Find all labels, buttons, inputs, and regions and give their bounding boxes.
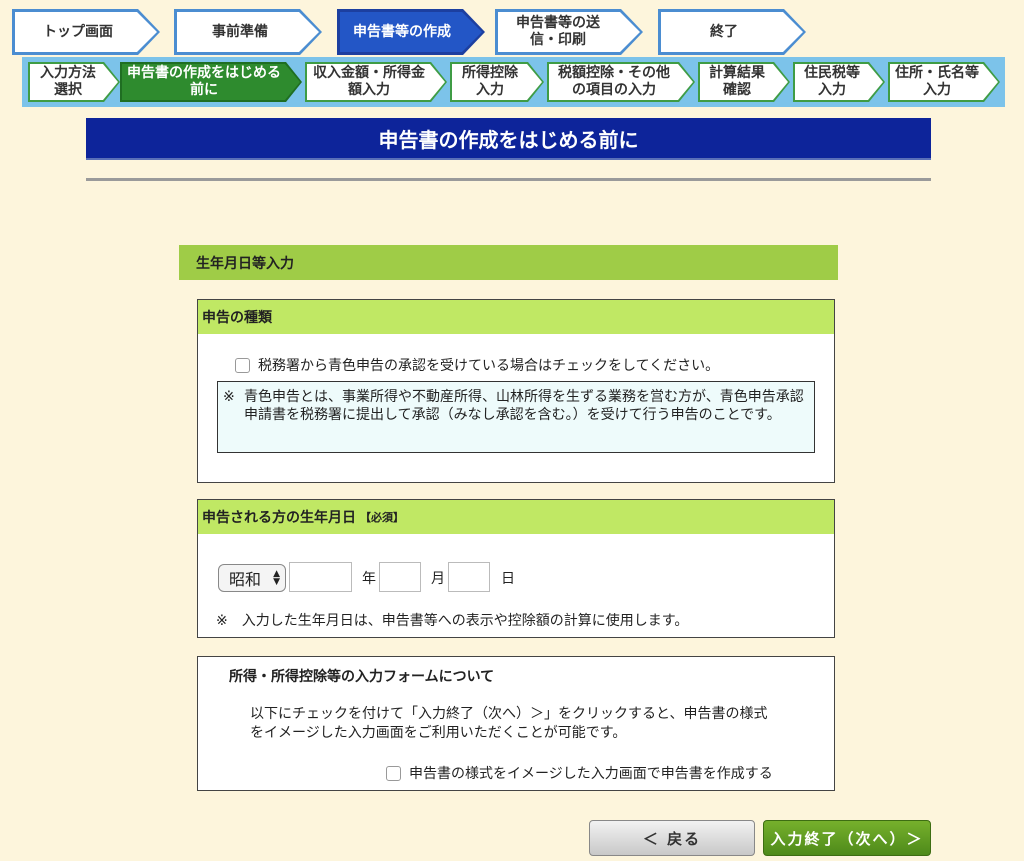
select-arrows-icon: ▲ ▼ xyxy=(273,569,280,587)
sub-step-label: 入力方法選択 xyxy=(30,64,118,100)
input-form-text: 以下にチェックを付けて「入力終了（次へ）＞」をクリックすると、申告書の様式をイメ… xyxy=(250,706,768,741)
form-image-checkbox-label: 申告書の様式をイメージした入力画面で申告書を作成する xyxy=(409,766,773,782)
next-button[interactable]: 入力終了（次へ）＞ xyxy=(763,820,931,856)
era-select-value: 昭和 xyxy=(229,570,262,589)
page-title: 申告書の作成をはじめる前に xyxy=(86,118,931,160)
birthdate-heading: 申告される方の生年月日 【必須】 xyxy=(198,500,834,534)
sub-step-tax-credit-input: 税額控除・その他の項目の入力 xyxy=(547,62,695,102)
required-badge: 【必須】 xyxy=(360,511,404,524)
blue-return-note-text: 青色申告とは、事業所得や不動産所得、山林所得を生ずる業務を営む方が、青色申告承認… xyxy=(244,389,804,423)
section-header: 生年月日等入力 xyxy=(179,245,838,280)
form-image-checkbox[interactable] xyxy=(386,765,401,781)
blue-return-checkbox[interactable] xyxy=(235,357,250,373)
birth-day-input[interactable] xyxy=(448,562,490,592)
sub-step-address-name: 住所・氏名等入力 xyxy=(888,62,1000,102)
sub-step-label: 計算結果確認 xyxy=(700,64,788,100)
top-step-top-page[interactable]: トップ画面 xyxy=(12,9,160,55)
sub-step-input-method[interactable]: 入力方法選択 xyxy=(28,62,120,102)
month-unit: 月 xyxy=(431,571,445,587)
sub-step-label: 所得控除入力 xyxy=(452,64,542,100)
top-step-label: 事前準備 xyxy=(177,12,319,52)
era-select[interactable]: 昭和 ▲ ▼ xyxy=(218,564,286,592)
birthdate-heading-text: 申告される方の生年月日 xyxy=(202,510,356,526)
day-unit: 日 xyxy=(501,571,515,587)
top-step-finish: 終了 xyxy=(658,9,806,55)
top-step-label: 申告書等の作成 xyxy=(340,12,482,52)
sub-step-label: 税額控除・その他の項目の入力 xyxy=(549,64,693,100)
top-step-label: 終了 xyxy=(661,12,803,52)
blue-return-note: ※ 青色申告とは、事業所得や不動産所得、山林所得を生ずる業務を営む方が、青色申告… xyxy=(217,381,815,453)
sub-step-deduction-input: 所得控除入力 xyxy=(450,62,544,102)
input-form-heading: 所得・所得控除等の入力フォームについて xyxy=(229,669,495,685)
birthdate-box: 申告される方の生年月日 【必須】 昭和 ▲ ▼ 年 月 日 ※ 入力した生年月日は… xyxy=(197,499,835,638)
blue-return-check-row: 税務署から青色申告の承認を受けている場合はチェックをしてください。 xyxy=(235,355,719,375)
blue-return-checkbox-label: 税務署から青色申告の承認を受けている場合はチェックをしてください。 xyxy=(258,358,720,374)
declaration-type-box: 申告の種類 税務署から青色申告の承認を受けている場合はチェックをしてください。 … xyxy=(197,299,835,483)
top-step-label: トップ画面 xyxy=(15,12,157,52)
title-divider xyxy=(86,178,931,181)
sub-step-label: 住民税等入力 xyxy=(795,64,883,100)
top-step-label: 申告書等の送信・印刷 xyxy=(498,12,640,52)
sub-step-before-start: 申告書の作成をはじめる前に xyxy=(120,62,302,102)
input-form-box: 所得・所得控除等の入力フォームについて 以下にチェックを付けて「入力終了（次へ）… xyxy=(197,656,835,791)
declaration-type-heading: 申告の種類 xyxy=(198,300,834,334)
note-mark: ※ xyxy=(223,389,235,405)
sub-step-bar: 入力方法選択 申告書の作成をはじめる前に 収入金額・所得金額入力 所得控除入力 … xyxy=(22,57,1005,107)
sub-step-label: 住所・氏名等入力 xyxy=(890,64,998,100)
form-image-check-row: 申告書の様式をイメージした入力画面で申告書を作成する xyxy=(386,763,773,783)
top-step-send-print: 申告書等の送信・印刷 xyxy=(495,9,643,55)
back-button[interactable]: ＜ 戻る xyxy=(589,820,755,856)
year-unit: 年 xyxy=(362,571,376,587)
sub-step-income-input: 収入金額・所得金額入力 xyxy=(305,62,447,102)
sub-step-resident-tax: 住民税等入力 xyxy=(793,62,885,102)
sub-step-label: 申告書の作成をはじめる前に xyxy=(122,64,300,100)
sub-step-calc-result: 計算結果確認 xyxy=(698,62,790,102)
top-step-bar: トップ画面 事前準備 申告書等の作成 申告書等の送信・印刷 終了 xyxy=(12,9,812,57)
birth-year-input[interactable] xyxy=(289,562,352,592)
sub-step-label: 収入金額・所得金額入力 xyxy=(307,64,445,100)
birth-month-input[interactable] xyxy=(379,562,421,592)
top-step-create-return: 申告書等の作成 xyxy=(337,9,485,55)
birthdate-note: ※ 入力した生年月日は、申告書等への表示や控除額の計算に使用します。 xyxy=(216,613,689,629)
top-step-preparation[interactable]: 事前準備 xyxy=(174,9,322,55)
